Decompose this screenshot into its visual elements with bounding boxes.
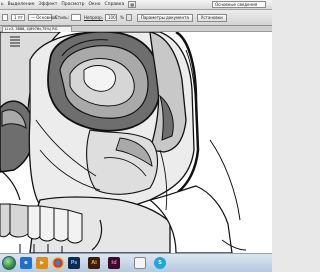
stroke-color-swatch[interactable] [2,14,8,21]
artboard-canvas[interactable] [0,32,272,253]
recolor-icon[interactable] [125,14,132,21]
stroke-profile-select[interactable]: — Основной [28,14,57,21]
photoshop-icon[interactable]: Ps [68,257,80,269]
preferences-button[interactable]: Установки [196,13,227,22]
media-player-icon[interactable]: ▶ [36,257,48,269]
style-label: Стиль: [55,15,69,20]
opacity-field[interactable]: 100 [105,14,117,21]
windows-taskbar: e ▶ Ps Ai Id S [0,253,272,272]
chrome-browser-icon[interactable] [52,257,64,269]
ruler-marks-icon [10,36,20,47]
indesign-icon[interactable]: Id [108,257,120,269]
menu-item-help[interactable]: Справка [104,2,124,7]
windows-start-icon[interactable] [2,256,16,270]
document-setup-button[interactable]: Параметры документа [136,13,193,22]
menu-item-0[interactable]: ь [1,2,4,7]
workspace-switcher[interactable]: Основные сведения [212,1,266,8]
style-select[interactable] [70,14,81,21]
stroke-weight-field[interactable]: 1 пт [11,14,25,21]
illustrator-icon[interactable]: Ai [88,257,100,269]
control-bar: 1 пт — Основной Стиль: Непрозр. 100 % Па… [0,10,272,26]
menu-bar: ь Выделение Эффект Просмотр Окно Справка… [0,0,272,10]
paint-icon[interactable] [134,257,146,269]
menu-item-effect[interactable]: Эффект [38,2,57,7]
ie-browser-icon[interactable]: e [20,257,32,269]
skull-artwork [0,32,247,253]
opacity-label[interactable]: Непрозр. [84,15,103,20]
menu-item-window[interactable]: Окно [89,2,101,7]
skype-icon[interactable]: S [154,257,166,269]
layout-icon[interactable]: ▦ [128,1,137,8]
menu-item-view[interactable]: Просмотр [61,2,84,7]
menu-item-select[interactable]: Выделение [8,2,35,7]
opacity-unit: % [120,15,124,20]
